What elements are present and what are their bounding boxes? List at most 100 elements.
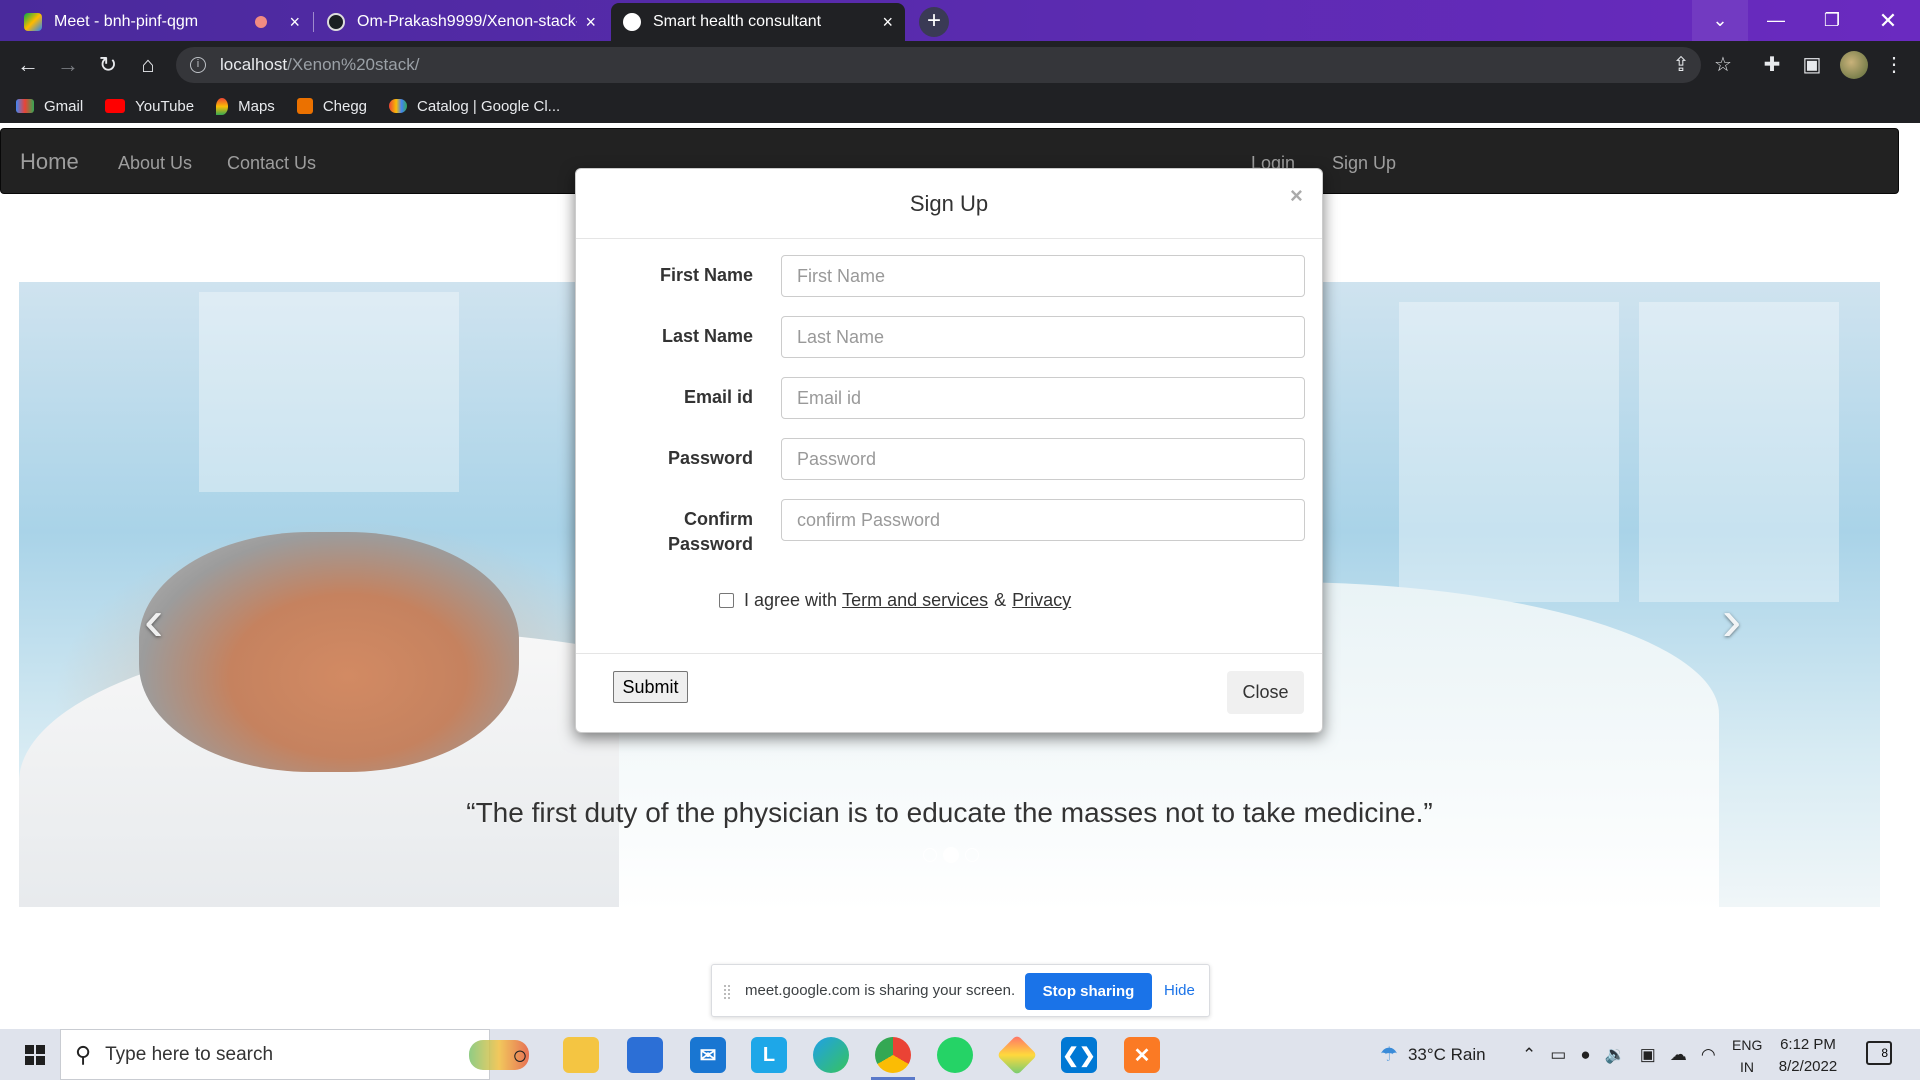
first-name-label: First Name xyxy=(659,265,753,285)
password-field[interactable] xyxy=(781,438,1305,480)
web-page: Home About Us Contact Us Login Sign Up ‹… xyxy=(0,123,1920,1029)
edge-icon[interactable] xyxy=(813,1037,849,1073)
submit-button[interactable]: Submit xyxy=(613,671,688,703)
input-language-indicator[interactable]: ENG IN xyxy=(1732,1034,1762,1078)
confirm-password-label: Confirm Password xyxy=(667,509,753,554)
xampp-icon[interactable]: ✕ xyxy=(1124,1037,1160,1073)
cortana-icon[interactable]: ○ xyxy=(502,1037,538,1073)
windows-logo-icon xyxy=(25,1044,45,1065)
last-name-label: Last Name xyxy=(661,326,753,346)
tab-title: Smart health consultant xyxy=(653,13,822,30)
google-meet-icon xyxy=(24,13,42,31)
git-app-icon[interactable] xyxy=(996,1034,1038,1076)
tab-divider xyxy=(313,12,314,32)
mail-icon[interactable]: ✉ xyxy=(690,1037,726,1073)
search-placeholder: Type here to search xyxy=(105,1043,274,1065)
close-icon[interactable]: × xyxy=(1290,183,1303,209)
address-bar[interactable]: i localhost/Xenon%20stack/ xyxy=(176,47,1701,83)
bookmark-label: Catalog | Google Cl... xyxy=(417,97,561,115)
microphone-icon[interactable]: ● xyxy=(1580,1045,1590,1065)
close-window-icon[interactable]: ✕ xyxy=(1860,0,1916,41)
tray-icons: ⌃ ▭ ● 🔉 ▣ ☁ ◠ xyxy=(1522,1029,1716,1080)
stop-sharing-button[interactable]: Stop sharing xyxy=(1025,973,1152,1010)
youtube-icon xyxy=(105,99,126,113)
signup-modal: Sign Up × First Name Last Name Email id … xyxy=(575,168,1323,733)
browser-menu-icon[interactable]: ⋮ xyxy=(1880,51,1908,79)
side-panel-icon[interactable]: ▣ xyxy=(1798,51,1826,79)
bookmark-catalog[interactable]: Catalog | Google Cl... xyxy=(389,98,560,115)
search-icon: ⚲ xyxy=(75,1041,92,1067)
tab-smart-health[interactable]: Smart health consultant × xyxy=(611,3,905,41)
close-tab-icon[interactable]: × xyxy=(289,12,300,33)
close-tab-icon[interactable]: × xyxy=(882,12,893,33)
site-info-icon[interactable]: i xyxy=(190,57,206,73)
bookmarks-bar: Gmail YouTube Maps Chegg Catalog | Googl… xyxy=(0,89,1920,123)
modal-footer-divider xyxy=(576,653,1322,654)
chegg-icon xyxy=(296,98,313,114)
onedrive-icon[interactable]: ☁ xyxy=(1670,1045,1687,1065)
bookmark-chegg[interactable]: Chegg xyxy=(296,98,367,115)
confirm-password-field[interactable] xyxy=(781,499,1305,541)
tab-github[interactable]: Om-Prakash9999/Xenon-stack-p × xyxy=(315,3,608,41)
bookmark-maps[interactable]: Maps xyxy=(216,97,275,115)
bookmark-label: Maps xyxy=(238,97,275,115)
microsoft-store-icon[interactable] xyxy=(627,1037,663,1073)
notification-count: 8 xyxy=(1881,1046,1888,1060)
profile-avatar[interactable] xyxy=(1840,51,1868,79)
terms-agreement: I agree with Term and services & Privacy xyxy=(719,590,1071,611)
home-icon[interactable]: ⌂ xyxy=(134,51,162,79)
privacy-link[interactable]: Privacy xyxy=(1012,590,1071,611)
wifi-icon[interactable]: ◠ xyxy=(1701,1045,1716,1065)
terms-link[interactable]: Term and services xyxy=(842,590,988,611)
whatsapp-icon[interactable] xyxy=(937,1037,973,1073)
show-hidden-icons-chevron-icon[interactable]: ⌃ xyxy=(1522,1045,1536,1065)
globe-icon xyxy=(623,13,641,31)
windows-taskbar: ⚲ Type here to search ○ ✉ L ❮❯ ✕ ☂ 33°C … xyxy=(0,1029,1920,1080)
l-app-icon[interactable]: L xyxy=(751,1037,787,1073)
browser-toolbar: ← → ↻ ⌂ i localhost/Xenon%20stack/ ⇪ ☆ ✚… xyxy=(0,41,1920,89)
password-label: Password xyxy=(667,448,753,468)
bookmark-star-icon[interactable]: ☆ xyxy=(1709,51,1737,79)
drag-handle-icon[interactable] xyxy=(724,985,730,999)
reload-icon[interactable]: ↻ xyxy=(94,51,122,79)
camera-icon[interactable]: ▣ xyxy=(1640,1045,1656,1065)
volume-icon[interactable]: 🔉 xyxy=(1605,1045,1626,1065)
bookmark-gmail[interactable]: Gmail xyxy=(16,98,83,115)
close-button[interactable]: Close xyxy=(1227,671,1304,714)
agree-checkbox[interactable] xyxy=(719,593,734,608)
battery-icon[interactable]: ▭ xyxy=(1550,1045,1566,1065)
forward-arrow-icon[interactable]: → xyxy=(54,51,82,79)
system-clock[interactable]: 6:12 PM 8/2/2022 xyxy=(1770,1034,1846,1078)
rain-icon: ☂ xyxy=(1380,1044,1398,1066)
new-tab-button[interactable]: + xyxy=(919,7,949,37)
gmail-icon xyxy=(16,99,34,113)
maps-pin-icon xyxy=(216,97,229,115)
file-explorer-icon[interactable] xyxy=(563,1037,599,1073)
first-name-field[interactable] xyxy=(781,255,1305,297)
start-button[interactable] xyxy=(10,1029,60,1080)
vscode-icon[interactable]: ❮❯ xyxy=(1061,1037,1097,1073)
recording-indicator-icon xyxy=(255,16,268,28)
tab-title: Meet - bnh-pinf-qgm xyxy=(54,13,199,30)
minimize-window-icon[interactable]: — xyxy=(1748,0,1804,41)
close-tab-icon[interactable]: × xyxy=(585,12,596,33)
bookmark-youtube[interactable]: YouTube xyxy=(105,98,194,115)
url-host: localhost xyxy=(220,55,288,74)
weather-text: 33°C Rain xyxy=(1407,1044,1486,1064)
tab-search-chevron-icon[interactable]: ⌄ xyxy=(1692,0,1748,41)
clock-time: 6:12 PM xyxy=(1780,1036,1836,1053)
bookmark-label: Gmail xyxy=(44,97,84,115)
tab-meet[interactable]: Meet - bnh-pinf-qgm × xyxy=(12,3,312,41)
email-field[interactable] xyxy=(781,377,1305,419)
hide-button[interactable]: Hide xyxy=(1164,982,1195,999)
restore-window-icon[interactable]: ❐ xyxy=(1804,0,1860,41)
last-name-field[interactable] xyxy=(781,316,1305,358)
back-arrow-icon[interactable]: ← xyxy=(14,51,42,79)
taskbar-search-box[interactable]: ⚲ Type here to search xyxy=(60,1029,529,1080)
extensions-puzzle-icon[interactable]: ✚ xyxy=(1758,51,1786,79)
notification-center-icon[interactable]: 8 xyxy=(1866,1041,1892,1065)
chrome-icon[interactable] xyxy=(875,1037,911,1073)
browser-tab-strip: Meet - bnh-pinf-qgm × Om-Prakash9999/Xen… xyxy=(0,0,1920,41)
weather-widget[interactable]: ☂ 33°C Rain xyxy=(1380,1029,1486,1080)
share-icon[interactable]: ⇪ xyxy=(1667,51,1695,79)
